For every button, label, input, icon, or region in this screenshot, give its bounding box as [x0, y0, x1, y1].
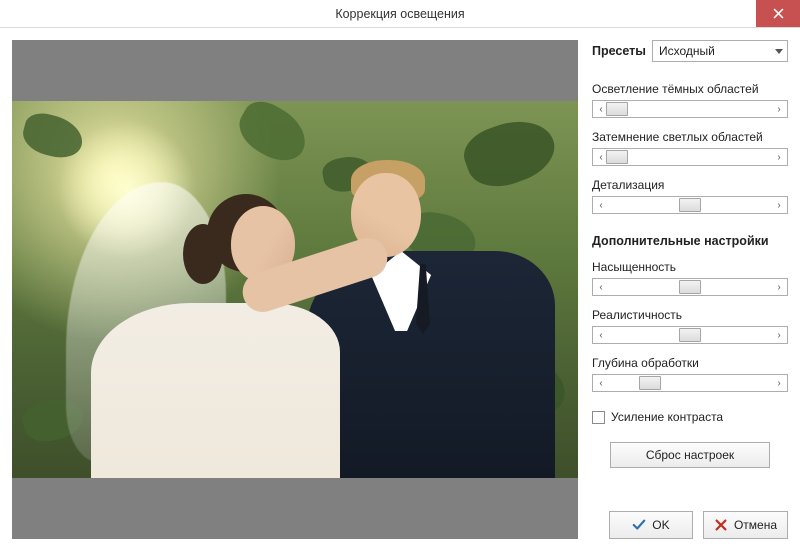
slider-arrow-left-icon[interactable]: ‹: [593, 279, 609, 295]
ok-button[interactable]: OK: [609, 511, 693, 539]
slider-label-realism: Реалистичность: [592, 308, 788, 322]
slider-detail[interactable]: ‹ ›: [592, 196, 788, 214]
reset-button[interactable]: Сброс настроек: [610, 442, 770, 468]
preview-image: [12, 101, 578, 478]
slider-label-shadow-lighten: Осветление тёмных областей: [592, 82, 788, 96]
slider-label-highlight-darken: Затемнение светлых областей: [592, 130, 788, 144]
slider-arrow-right-icon[interactable]: ›: [771, 327, 787, 343]
presets-label: Пресеты: [592, 44, 646, 58]
slider-arrow-left-icon[interactable]: ‹: [593, 375, 609, 391]
cross-icon: [714, 518, 728, 532]
check-icon: [632, 518, 646, 532]
advanced-section-title: Дополнительные настройки: [592, 234, 788, 248]
slider-thumb[interactable]: [606, 102, 628, 116]
slider-thumb[interactable]: [606, 150, 628, 164]
preset-select[interactable]: Исходный: [652, 40, 788, 62]
window-title: Коррекция освещения: [0, 7, 800, 21]
preset-selected-value: Исходный: [659, 44, 715, 58]
cancel-button-label: Отмена: [734, 518, 777, 532]
slider-arrow-right-icon[interactable]: ›: [771, 101, 787, 117]
slider-label-depth: Глубина обработки: [592, 356, 788, 370]
slider-saturation[interactable]: ‹ ›: [592, 278, 788, 296]
slider-shadow-lighten[interactable]: ‹ ›: [592, 100, 788, 118]
slider-thumb[interactable]: [679, 328, 701, 342]
slider-arrow-left-icon[interactable]: ‹: [593, 327, 609, 343]
slider-label-detail: Детализация: [592, 178, 788, 192]
contrast-boost-checkbox[interactable]: [592, 411, 605, 424]
chevron-down-icon: [775, 49, 783, 54]
slider-arrow-right-icon[interactable]: ›: [771, 279, 787, 295]
contrast-boost-label: Усиление контраста: [611, 410, 723, 424]
slider-highlight-darken[interactable]: ‹ ›: [592, 148, 788, 166]
controls-panel: Пресеты Исходный Осветление тёмных облас…: [592, 40, 788, 539]
slider-thumb[interactable]: [679, 198, 701, 212]
image-preview-area: [12, 40, 578, 539]
slider-label-saturation: Насыщенность: [592, 260, 788, 274]
titlebar: Коррекция освещения: [0, 0, 800, 28]
slider-arrow-right-icon[interactable]: ›: [771, 149, 787, 165]
slider-realism[interactable]: ‹ ›: [592, 326, 788, 344]
slider-arrow-right-icon[interactable]: ›: [771, 197, 787, 213]
slider-thumb[interactable]: [679, 280, 701, 294]
slider-arrow-right-icon[interactable]: ›: [771, 375, 787, 391]
close-button[interactable]: [756, 0, 800, 27]
reset-button-label: Сброс настроек: [646, 448, 734, 462]
ok-button-label: OK: [652, 518, 669, 532]
slider-thumb[interactable]: [639, 376, 661, 390]
slider-depth[interactable]: ‹ ›: [592, 374, 788, 392]
cancel-button[interactable]: Отмена: [703, 511, 788, 539]
close-icon: [773, 8, 784, 19]
slider-arrow-left-icon[interactable]: ‹: [593, 197, 609, 213]
